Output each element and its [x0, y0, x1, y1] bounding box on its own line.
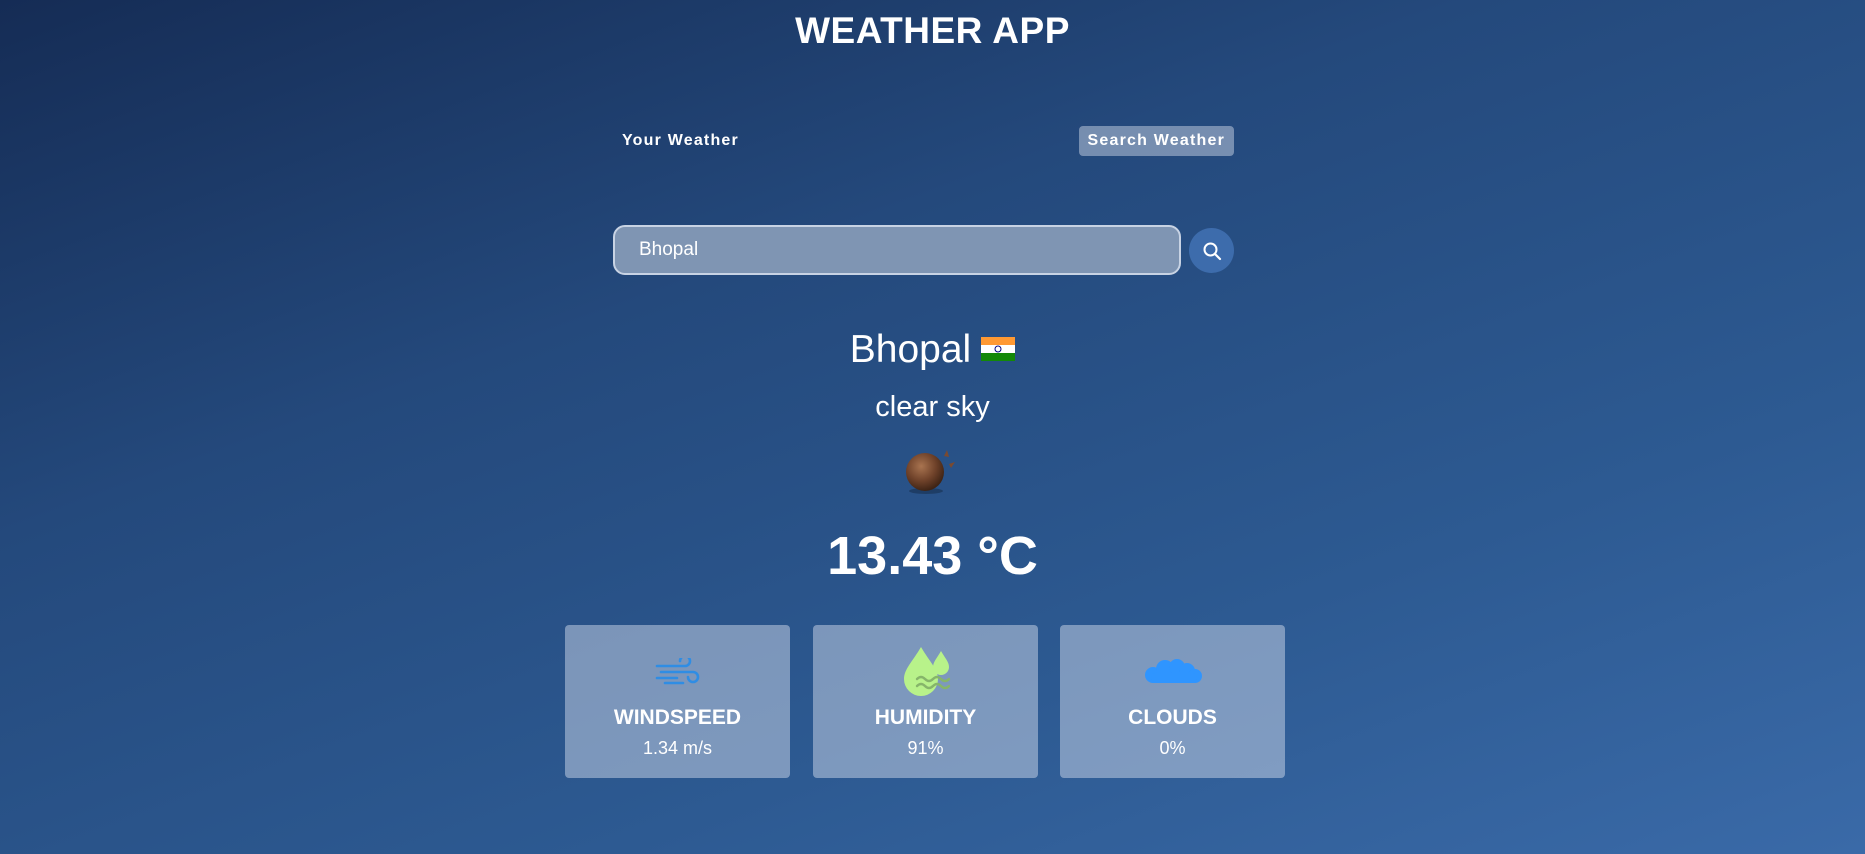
humidity-value: 91%	[907, 738, 944, 758]
windspeed-card: WINDSPEED 1.34 m/s	[565, 625, 790, 778]
app-title: WEATHER APP	[795, 10, 1070, 51]
windspeed-value: 1.34 m/s	[642, 738, 713, 758]
humidity-card: HUMIDITY 91%	[813, 625, 1038, 778]
tab-bar: Your Weather Search Weather	[613, 126, 1234, 156]
clouds-label: CLOUDS	[1128, 706, 1217, 729]
search-input[interactable]	[613, 225, 1181, 275]
india-flag-icon	[981, 336, 1016, 361]
wind-icon	[655, 658, 699, 685]
search-button[interactable]	[1189, 228, 1234, 273]
tab-search-weather[interactable]: Search Weather	[1078, 126, 1234, 156]
temperature-value: 13.43 °C	[827, 526, 1038, 586]
weather-description: clear sky	[875, 391, 990, 423]
clouds-icon	[1144, 659, 1202, 683]
search-icon	[1203, 242, 1221, 260]
humidity-label: HUMIDITY	[874, 706, 977, 729]
weather-stats: WINDSPEED 1.34 m/s HUMIDITY 91% CLOUDS 0…	[565, 625, 1285, 778]
tab-your-weather[interactable]: Your Weather	[613, 126, 748, 156]
city-heading: Bhopal	[0, 326, 1865, 374]
search-form	[613, 225, 1234, 277]
clear-sky-icon	[906, 450, 955, 494]
clouds-value: 0%	[1159, 738, 1186, 758]
humidity-icon	[903, 647, 950, 696]
city-name: Bhopal	[849, 328, 972, 371]
windspeed-label: WINDSPEED	[613, 706, 742, 729]
clouds-card: CLOUDS 0%	[1060, 625, 1285, 778]
